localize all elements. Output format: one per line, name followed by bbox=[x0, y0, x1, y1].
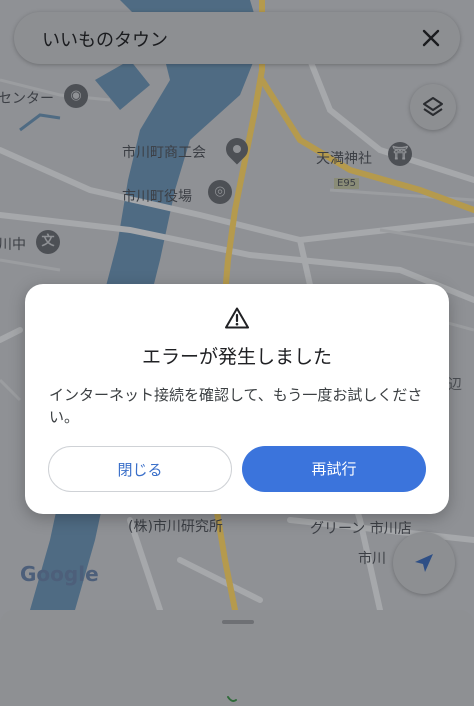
search-query[interactable]: いいものタウン bbox=[42, 26, 168, 52]
route-badge: E95 bbox=[334, 178, 360, 189]
retry-button[interactable]: 再試行 bbox=[242, 446, 426, 492]
map-label-center: センター bbox=[0, 91, 54, 107]
map-label-town-office: 市川町役場 bbox=[122, 189, 192, 205]
map-label-lower: 市川 bbox=[358, 551, 386, 567]
map-screen: センター ◉ 市川町商工会 市川町役場 ◎ 天満神社 ⛩ E95 川中 文 辺 … bbox=[0, 0, 474, 706]
shrine-icon[interactable]: ⛩ bbox=[388, 142, 412, 166]
search-bar[interactable]: いいものタウン bbox=[14, 12, 460, 64]
layers-button[interactable] bbox=[410, 84, 456, 130]
bottom-sheet[interactable] bbox=[0, 610, 474, 706]
map-label-chamber: 市川町商工会 bbox=[122, 145, 206, 161]
map-label-green: グリーン 市川店 bbox=[310, 521, 412, 537]
dialog-title: エラーが発生しました bbox=[141, 346, 332, 368]
map-label-shrine: 天満神社 bbox=[316, 151, 372, 167]
map-label-junior-high: 川中 bbox=[0, 237, 26, 253]
poi-town-office-icon[interactable]: ◎ bbox=[208, 180, 232, 204]
poi-icon[interactable]: ◉ bbox=[64, 84, 88, 108]
close-button[interactable]: 閉じる bbox=[48, 446, 232, 492]
my-location-button[interactable] bbox=[393, 532, 455, 594]
warning-icon bbox=[225, 306, 249, 330]
map-label-edge: 辺 bbox=[448, 377, 462, 393]
school-icon[interactable]: 文 bbox=[36, 230, 60, 254]
loading-spinner-icon bbox=[226, 690, 238, 702]
map-label-lab: (株)市川研究所 bbox=[128, 519, 223, 535]
dialog-message: インターネット接続を確認して、もう一度お試しください。 bbox=[49, 386, 423, 426]
google-logo: Google bbox=[20, 562, 99, 586]
close-icon[interactable] bbox=[420, 27, 442, 49]
sheet-drag-handle[interactable] bbox=[222, 620, 254, 624]
error-dialog: エラーが発生しました インターネット接続を確認して、もう一度お試しください。 閉… bbox=[25, 284, 449, 514]
